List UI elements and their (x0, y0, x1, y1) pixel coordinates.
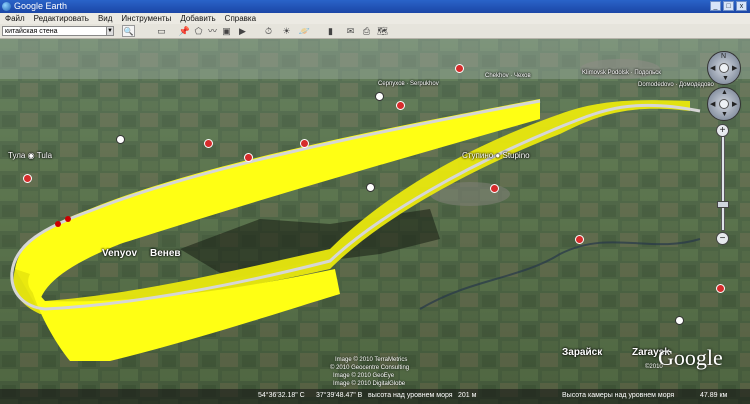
wiki-placemark-icon[interactable] (366, 183, 375, 192)
toolbar: китайская стена ▼ 🔍 ▭ 📌 ⬠ 〰 ▣ ▶ ⏱ ☀ 🪐 ▮ … (0, 24, 750, 39)
chevron-down-icon[interactable]: ▼ (106, 26, 114, 36)
overlay-icon[interactable]: ▣ (220, 25, 233, 37)
planet-icon[interactable]: 🪐 (298, 25, 311, 37)
longitude-readout: 37°39'48.47" В (316, 392, 363, 399)
latitude-readout: 54°36'32.18" С (258, 392, 305, 399)
maps-icon[interactable]: 🗺 (376, 25, 389, 37)
photo-placemark-icon[interactable] (396, 101, 405, 110)
label-podolsk[interactable]: Klimovsk Podolsk · Подольск (582, 70, 661, 76)
menu-tools[interactable]: Инструменты (121, 13, 171, 24)
eye-altitude-label: Высота камеры над уровнем моря (562, 392, 675, 399)
label-domodedovo[interactable]: Domodedovo · Домодедово (638, 82, 714, 88)
credit-line: © 2010 Geocentre Consulting (330, 365, 410, 371)
print-icon[interactable]: ⎙ (360, 25, 373, 37)
photo-placemark-icon[interactable] (300, 139, 309, 148)
elevation-label: высота над уровнем моря (368, 392, 453, 399)
look-joystick[interactable]: N ▼ ◀ ▶ (707, 51, 741, 85)
navigation-controls: N ▼ ◀ ▶ ▲ ▼ ◀ ▶ + − (704, 51, 744, 251)
tour-icon[interactable]: ▶ (236, 25, 249, 37)
label-chekhov[interactable]: Chekhov · Чехов (485, 73, 531, 79)
menu-add[interactable]: Добавить (180, 13, 215, 24)
credit-line: Image © 2010 DigitalGlobe (333, 381, 406, 387)
photo-placemark-icon[interactable] (490, 184, 499, 193)
google-logo: Google (658, 345, 723, 370)
zoom-out-button[interactable]: − (716, 232, 729, 245)
credit-line: Image © 2010 GeoEye (333, 373, 395, 379)
wiki-placemark-icon[interactable] (375, 92, 384, 101)
search-input[interactable]: китайская стена (2, 26, 112, 36)
photo-placemark-icon[interactable] (716, 284, 725, 293)
zoom-slider[interactable] (721, 136, 725, 231)
maximize-button[interactable]: □ (723, 1, 734, 11)
zoom-slider-handle[interactable] (717, 201, 729, 208)
sidebar-icon[interactable]: ▭ (155, 25, 168, 37)
label-venyov-ru[interactable]: Венев (150, 248, 181, 259)
wiki-placemark-icon[interactable] (675, 316, 684, 325)
zoom-in-button[interactable]: + (716, 124, 729, 137)
map-viewport[interactable]: Тула ◉ Tula Venyov Венев Ступино ● Stupi… (0, 39, 750, 404)
placemark-icon[interactable]: 📌 (178, 25, 191, 37)
history-icon[interactable]: ⏱ (262, 25, 275, 37)
title-bar: Google Earth _ □ x (0, 0, 750, 13)
menu-file[interactable]: Файл (5, 13, 25, 24)
elevation-value: 201 м (458, 392, 477, 399)
wiki-placemark-icon[interactable] (116, 135, 125, 144)
close-button[interactable]: x (736, 1, 747, 11)
photo-placemark-icon[interactable] (204, 139, 213, 148)
eye-altitude-value: 47.89 км (700, 392, 728, 399)
label-tula[interactable]: Тула ◉ Tula (8, 151, 52, 160)
menu-edit[interactable]: Редактировать (34, 13, 89, 24)
photo-placemark-icon[interactable] (23, 174, 32, 183)
minimize-button[interactable]: _ (710, 1, 721, 11)
label-venyov-en[interactable]: Venyov (102, 248, 137, 259)
menu-view[interactable]: Вид (98, 13, 112, 24)
credit-line: Image © 2010 TerraMetrics (335, 357, 408, 363)
search-icon[interactable]: 🔍 (122, 25, 135, 37)
google-earth-icon (2, 2, 11, 11)
ruler-icon[interactable]: ▮ (324, 25, 337, 37)
window-title: Google Earth (14, 1, 68, 11)
label-stupino[interactable]: Ступино ● Stupino (462, 151, 530, 160)
sun-icon[interactable]: ☀ (280, 25, 293, 37)
compass-center-icon[interactable] (719, 63, 729, 73)
polygon-icon[interactable]: ⬠ (192, 25, 205, 37)
menu-help[interactable]: Справка (225, 13, 256, 24)
status-bar: 54°36'32.18" С 37°39'48.47" В высота над… (0, 389, 750, 404)
move-joystick[interactable]: ▲ ▼ ◀ ▶ (707, 87, 741, 121)
label-zaraysk-ru[interactable]: Зарайск (562, 347, 602, 358)
youtube-placemark-icon[interactable] (575, 235, 584, 244)
photo-placemark-icon[interactable] (455, 64, 464, 73)
path-icon[interactable]: 〰 (206, 25, 219, 37)
photo-placemark-icon[interactable] (244, 153, 253, 162)
email-icon[interactable]: ✉ (344, 25, 357, 37)
hand-icon[interactable] (719, 99, 729, 109)
menu-bar: Файл Редактировать Вид Инструменты Добав… (0, 13, 750, 24)
label-serpukhov[interactable]: Серпухов · Serpukhov (378, 81, 439, 87)
